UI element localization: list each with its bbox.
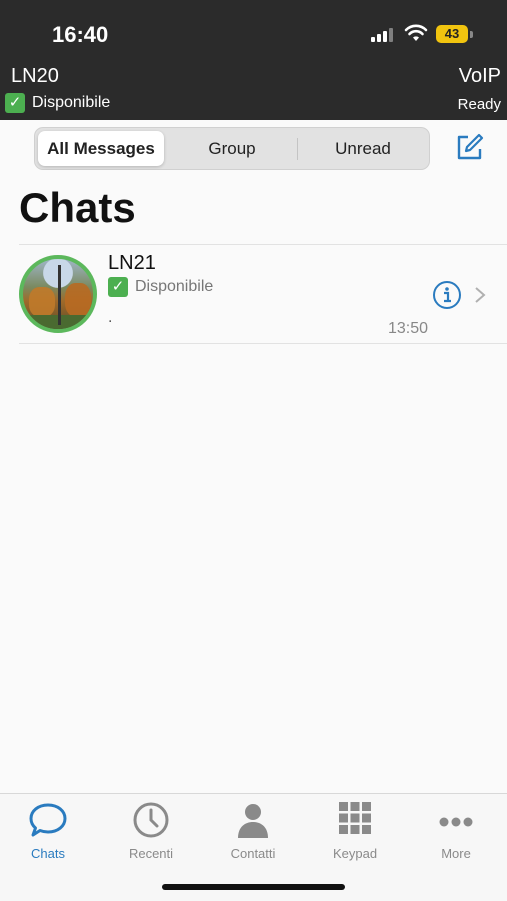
tab-label: Contatti bbox=[230, 846, 276, 861]
tab-label: Chats bbox=[31, 846, 65, 861]
tab-chats[interactable]: Chats bbox=[3, 800, 93, 861]
segment-divider bbox=[297, 138, 298, 160]
tab-all-messages[interactable]: All Messages bbox=[38, 131, 164, 166]
battery-tip bbox=[470, 31, 473, 38]
clock-time: 16:40 bbox=[52, 22, 109, 47]
account-presence[interactable]: ✓ Disponibile bbox=[5, 93, 110, 113]
chevron-right-icon bbox=[475, 287, 486, 303]
checkmark-icon: ✓ bbox=[108, 277, 128, 297]
page-title: Chats bbox=[19, 184, 136, 231]
keypad-icon bbox=[339, 802, 371, 834]
divider bbox=[19, 244, 507, 245]
cellular-signal-icon bbox=[371, 28, 393, 42]
wifi-icon bbox=[404, 24, 428, 41]
home-indicator[interactable] bbox=[162, 884, 345, 890]
person-icon bbox=[238, 804, 268, 838]
chat-status-label: Disponibile bbox=[135, 278, 214, 295]
tab-more[interactable]: More bbox=[411, 800, 501, 861]
chat-bubble-icon bbox=[29, 803, 67, 837]
avatar bbox=[19, 255, 97, 333]
account-status-label: Disponibile bbox=[32, 94, 111, 111]
tab-unread[interactable]: Unread bbox=[299, 131, 427, 166]
info-icon[interactable] bbox=[432, 280, 462, 310]
chat-timestamp: 13:50 bbox=[388, 320, 429, 337]
compose-icon[interactable] bbox=[455, 132, 485, 162]
more-dots-icon bbox=[439, 817, 473, 827]
tab-recenti[interactable]: Recenti bbox=[106, 800, 196, 861]
service-state: Ready bbox=[457, 96, 501, 113]
tab-label: Recenti bbox=[128, 846, 174, 861]
status-bar: 16:40 43 bbox=[0, 0, 507, 60]
checkmark-icon: ✓ bbox=[5, 93, 25, 113]
chat-contact-name: LN21 bbox=[108, 252, 156, 274]
battery-icon: 43 bbox=[436, 25, 468, 43]
message-filter: All Messages Group Unread bbox=[34, 127, 430, 170]
chat-contact-presence: ✓ Disponibile bbox=[108, 277, 213, 297]
tab-keypad[interactable]: Keypad bbox=[310, 800, 400, 861]
divider bbox=[19, 343, 507, 344]
tab-group[interactable]: Group bbox=[167, 131, 297, 166]
clock-icon bbox=[133, 802, 169, 838]
chat-preview: . bbox=[108, 309, 113, 326]
account-header: LN20 ✓ Disponibile VoIP Ready bbox=[0, 60, 507, 120]
service-label: VoIP bbox=[458, 65, 501, 87]
tab-label: More bbox=[441, 846, 471, 861]
tab-contatti[interactable]: Contatti bbox=[208, 800, 298, 861]
account-name: LN20 bbox=[11, 65, 59, 87]
tab-label: Keypad bbox=[332, 846, 378, 861]
